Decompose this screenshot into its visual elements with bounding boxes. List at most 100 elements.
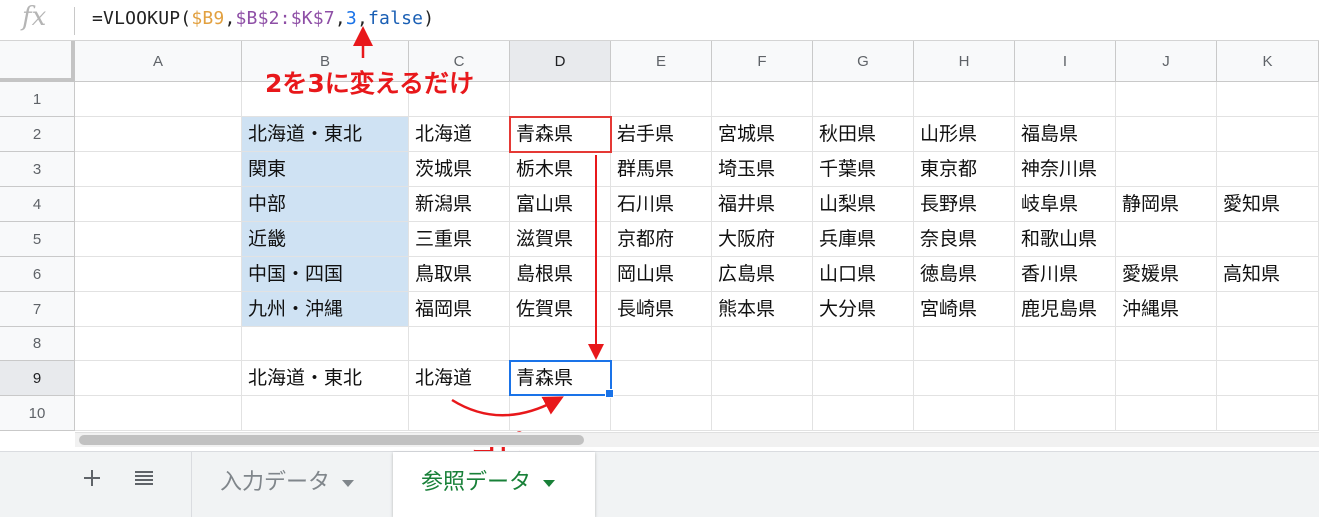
chevron-down-icon[interactable]	[543, 479, 556, 487]
cell-f4[interactable]: 福井県	[712, 187, 813, 222]
cell-b6[interactable]: 中国・四国	[242, 257, 409, 292]
cell-f9[interactable]	[712, 361, 813, 396]
cell-h6[interactable]: 徳島県	[914, 257, 1015, 292]
cell-j2[interactable]	[1116, 117, 1217, 152]
cell-e5[interactable]: 京都府	[611, 222, 712, 257]
cell-a8[interactable]	[75, 327, 242, 361]
cell-i9[interactable]	[1015, 361, 1116, 396]
column-header-i[interactable]: I	[1015, 41, 1116, 82]
cell-g9[interactable]	[813, 361, 914, 396]
cell-d4[interactable]: 富山県	[510, 187, 611, 222]
plus-icon[interactable]	[80, 466, 104, 496]
cell-f10[interactable]	[712, 396, 813, 431]
cell-a9[interactable]	[75, 361, 242, 396]
cell-g8[interactable]	[813, 327, 914, 361]
cell-b2[interactable]: 北海道・東北	[242, 117, 409, 152]
cell-e3[interactable]: 群馬県	[611, 152, 712, 187]
cell-k10[interactable]	[1217, 396, 1319, 431]
cell-h5[interactable]: 奈良県	[914, 222, 1015, 257]
cell-f1[interactable]	[712, 82, 813, 117]
cell-c2[interactable]: 北海道	[409, 117, 510, 152]
row-header-9[interactable]: 9	[0, 361, 75, 396]
cell-k6[interactable]: 高知県	[1217, 257, 1319, 292]
tab-input-data[interactable]: 入力データ	[192, 452, 392, 517]
cell-j5[interactable]	[1116, 222, 1217, 257]
cell-e6[interactable]: 岡山県	[611, 257, 712, 292]
row-header-3[interactable]: 3	[0, 152, 75, 187]
cell-i7[interactable]: 鹿児島県	[1015, 292, 1116, 327]
cell-k1[interactable]	[1217, 82, 1319, 117]
cell-g6[interactable]: 山口県	[813, 257, 914, 292]
cell-e2[interactable]: 岩手県	[611, 117, 712, 152]
cell-b3[interactable]: 関東	[242, 152, 409, 187]
cell-e10[interactable]	[611, 396, 712, 431]
cell-g1[interactable]	[813, 82, 914, 117]
cell-i4[interactable]: 岐阜県	[1015, 187, 1116, 222]
cell-j9[interactable]	[1116, 361, 1217, 396]
chevron-down-icon[interactable]	[342, 479, 355, 487]
select-all-corner[interactable]	[0, 41, 75, 82]
cell-f2[interactable]: 宮城県	[712, 117, 813, 152]
cell-k7[interactable]	[1217, 292, 1319, 327]
row-header-7[interactable]: 7	[0, 292, 75, 327]
column-header-d[interactable]: D	[510, 41, 611, 82]
row-header-8[interactable]: 8	[0, 327, 75, 361]
cell-i5[interactable]: 和歌山県	[1015, 222, 1116, 257]
cell-d1[interactable]	[510, 82, 611, 117]
list-icon[interactable]	[132, 466, 156, 496]
cell-k3[interactable]	[1217, 152, 1319, 187]
cell-a10[interactable]	[75, 396, 242, 431]
cell-g5[interactable]: 兵庫県	[813, 222, 914, 257]
cell-b9[interactable]: 北海道・東北	[242, 361, 409, 396]
formula-input[interactable]: =VLOOKUP($B9,$B$2:$K$7,3,false)	[92, 8, 434, 29]
row-header-4[interactable]: 4	[0, 187, 75, 222]
cell-j3[interactable]	[1116, 152, 1217, 187]
row-header-10[interactable]: 10	[0, 396, 75, 431]
cell-d6[interactable]: 島根県	[510, 257, 611, 292]
row-header-5[interactable]: 5	[0, 222, 75, 257]
cell-h3[interactable]: 東京都	[914, 152, 1015, 187]
cell-a6[interactable]	[75, 257, 242, 292]
cell-i3[interactable]: 神奈川県	[1015, 152, 1116, 187]
cell-h2[interactable]: 山形県	[914, 117, 1015, 152]
column-header-j[interactable]: J	[1116, 41, 1217, 82]
column-header-a[interactable]: A	[75, 41, 242, 82]
cell-i1[interactable]	[1015, 82, 1116, 117]
cell-c8[interactable]	[409, 327, 510, 361]
cell-j8[interactable]	[1116, 327, 1217, 361]
cell-k8[interactable]	[1217, 327, 1319, 361]
cell-e4[interactable]: 石川県	[611, 187, 712, 222]
cell-c6[interactable]: 鳥取県	[409, 257, 510, 292]
cell-b4[interactable]: 中部	[242, 187, 409, 222]
cell-k4[interactable]: 愛知県	[1217, 187, 1319, 222]
fill-handle[interactable]	[605, 389, 614, 398]
cell-f8[interactable]	[712, 327, 813, 361]
cell-g3[interactable]: 千葉県	[813, 152, 914, 187]
cell-a1[interactable]	[75, 82, 242, 117]
cell-h1[interactable]	[914, 82, 1015, 117]
cell-e8[interactable]	[611, 327, 712, 361]
cell-e1[interactable]	[611, 82, 712, 117]
cell-f7[interactable]: 熊本県	[712, 292, 813, 327]
cell-a7[interactable]	[75, 292, 242, 327]
cell-d7[interactable]: 佐賀県	[510, 292, 611, 327]
cell-f6[interactable]: 広島県	[712, 257, 813, 292]
cell-c4[interactable]: 新潟県	[409, 187, 510, 222]
row-header-1[interactable]: 1	[0, 82, 75, 117]
cell-c3[interactable]: 茨城県	[409, 152, 510, 187]
cell-i10[interactable]	[1015, 396, 1116, 431]
cell-j1[interactable]	[1116, 82, 1217, 117]
cell-d5[interactable]: 滋賀県	[510, 222, 611, 257]
cell-k2[interactable]	[1217, 117, 1319, 152]
cell-b7[interactable]: 九州・沖縄	[242, 292, 409, 327]
cell-c5[interactable]: 三重県	[409, 222, 510, 257]
row-header-6[interactable]: 6	[0, 257, 75, 292]
cell-h4[interactable]: 長野県	[914, 187, 1015, 222]
cell-g7[interactable]: 大分県	[813, 292, 914, 327]
cell-b10[interactable]	[242, 396, 409, 431]
cell-h7[interactable]: 宮崎県	[914, 292, 1015, 327]
cell-d8[interactable]	[510, 327, 611, 361]
cell-h10[interactable]	[914, 396, 1015, 431]
row-header-2[interactable]: 2	[0, 117, 75, 152]
cell-i2[interactable]: 福島県	[1015, 117, 1116, 152]
